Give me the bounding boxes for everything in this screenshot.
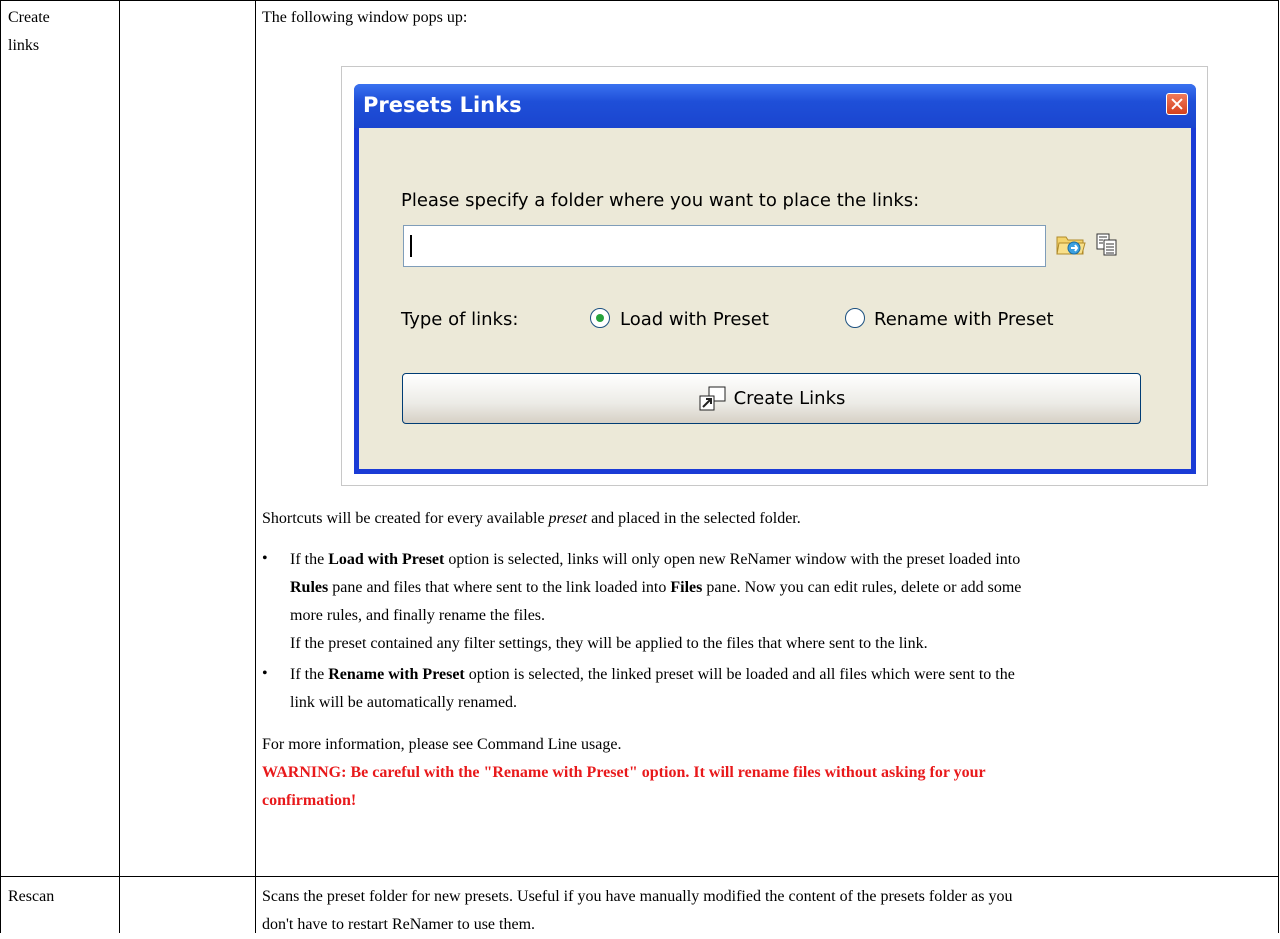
more-info-text: For more information, please see Command… xyxy=(262,736,622,753)
bullet-marker: • xyxy=(262,665,268,682)
dialog-client-area: Please specify a folder where you want t… xyxy=(359,128,1191,469)
radio-load-with-preset-label[interactable]: Load with Preset xyxy=(620,309,769,330)
radio-load-with-preset[interactable] xyxy=(590,308,610,328)
radio-rename-with-preset[interactable] xyxy=(845,308,865,328)
bullet-text: If the xyxy=(290,666,329,683)
radio-rename-with-preset-label[interactable]: Rename with Preset xyxy=(874,309,1054,330)
bullet-load-with-preset: If the Load with Preset option is select… xyxy=(290,546,1260,658)
bullet-marker: • xyxy=(262,550,268,567)
bullet-text: option is selected, the linked preset wi… xyxy=(464,666,1015,683)
close-icon[interactable] xyxy=(1166,93,1188,115)
row-name-line: links xyxy=(8,37,40,54)
row-name-rescan: Rescan xyxy=(8,888,55,905)
presets-links-window: Presets Links Please specify a folder wh… xyxy=(354,84,1196,474)
bullet-line: If the Rename with Preset option is sele… xyxy=(290,661,1260,689)
warning-line: WARNING: Be careful with the "Rename wit… xyxy=(262,764,986,781)
bold-term: Rules xyxy=(290,579,329,596)
bullet-line: If the preset contained any filter setti… xyxy=(290,635,928,652)
rescan-line: don't have to restart ReNamer to use the… xyxy=(262,916,536,933)
dialog-title: Presets Links xyxy=(363,93,522,117)
column-divider-2 xyxy=(255,0,256,933)
create-links-button[interactable]: Create Links xyxy=(402,373,1141,424)
bullet-line: link will be automatically renamed. xyxy=(290,694,518,711)
warning-text: WARNING: Be careful with the "Rename wit… xyxy=(262,759,986,815)
copy-icon[interactable] xyxy=(1096,233,1118,257)
title-bar: Presets Links xyxy=(354,84,1196,128)
row-name-line: Create xyxy=(8,9,50,26)
shortcuts-paragraph: Shortcuts will be created for every avai… xyxy=(262,505,801,533)
row-divider xyxy=(0,876,1279,877)
dialog-screenshot: Presets Links Please specify a folder wh… xyxy=(341,66,1208,486)
browse-folder-icon[interactable] xyxy=(1056,232,1086,256)
bullet-text: option is selected, links will only open… xyxy=(444,551,1021,568)
create-links-button-label: Create Links xyxy=(733,388,846,409)
text-caret xyxy=(410,235,412,257)
shortcuts-text-1: Shortcuts will be created for every avai… xyxy=(262,510,549,527)
table-left-border xyxy=(0,0,1,933)
commands-table: Create links The following window pops u… xyxy=(0,0,1279,933)
warning-line: confirmation! xyxy=(262,792,357,809)
row-name-create-links: Create links xyxy=(8,4,50,60)
create-links-icon xyxy=(699,386,726,411)
bullet-line: Rules pane and files that where sent to … xyxy=(290,574,1260,602)
table-right-border xyxy=(1278,0,1279,933)
rescan-description: Scans the preset folder for new presets.… xyxy=(262,883,1012,939)
bullet-text: pane. Now you can edit rules, delete or … xyxy=(702,579,1022,596)
folder-path-input[interactable] xyxy=(403,225,1046,267)
bullet-line: If the Load with Preset option is select… xyxy=(290,546,1260,574)
bold-term: Rename with Preset xyxy=(328,666,465,683)
bullet-text: pane and files that where sent to the li… xyxy=(328,579,671,596)
bullet-rename-with-preset: If the Rename with Preset option is sele… xyxy=(290,661,1260,717)
bold-term: Files xyxy=(670,579,703,596)
table-top-border xyxy=(0,0,1279,1)
bullet-text: If the xyxy=(290,551,329,568)
bullet-line: more rules, and finally rename the files… xyxy=(290,607,546,624)
shortcuts-text-2: and placed in the selected folder. xyxy=(587,510,801,527)
folder-prompt-label: Please specify a folder where you want t… xyxy=(401,190,920,211)
create-links-button-content: Create Links xyxy=(403,386,1140,412)
bold-term: Load with Preset xyxy=(328,551,445,568)
intro-text: The following window pops up: xyxy=(262,9,468,26)
rescan-line: Scans the preset folder for new presets.… xyxy=(262,888,1013,905)
column-divider-1 xyxy=(119,0,120,933)
type-of-links-label: Type of links: xyxy=(401,309,519,330)
preset-term: preset xyxy=(548,510,588,527)
